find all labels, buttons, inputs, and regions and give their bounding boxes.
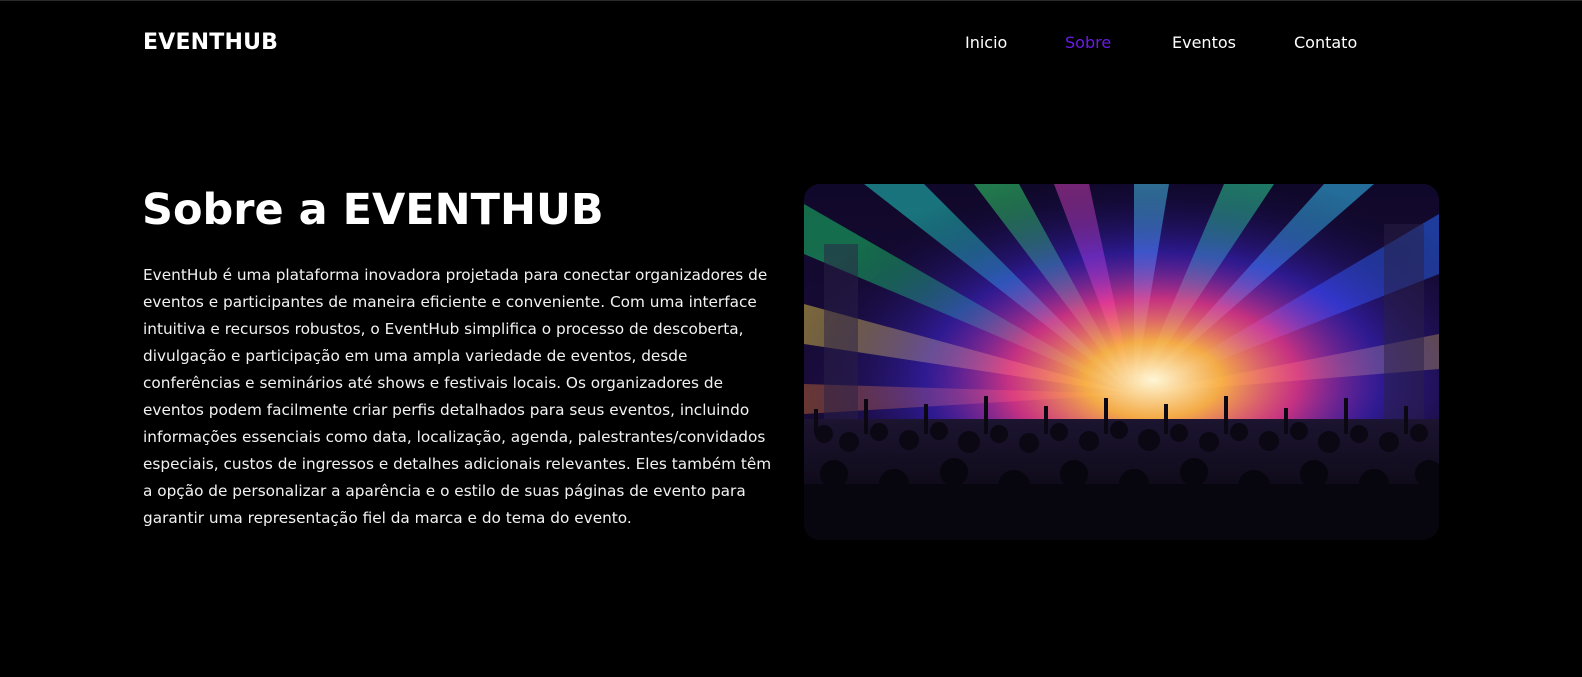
concert-image	[804, 184, 1439, 540]
logo[interactable]: EVENTHUB	[143, 28, 278, 58]
about-title: Sobre a EVENTHUB	[142, 185, 604, 235]
nav-link-sobre[interactable]: Sobre	[1065, 30, 1111, 56]
main-nav: Inicio Sobre Eventos Contato	[900, 30, 1360, 56]
top-border	[0, 0, 1582, 1]
about-paragraph: EventHub é uma plataforma inovadora proj…	[143, 266, 772, 527]
nav-link-inicio[interactable]: Inicio	[965, 30, 1007, 56]
nav-link-contato[interactable]: Contato	[1294, 30, 1357, 56]
nav-link-eventos[interactable]: Eventos	[1172, 30, 1236, 56]
